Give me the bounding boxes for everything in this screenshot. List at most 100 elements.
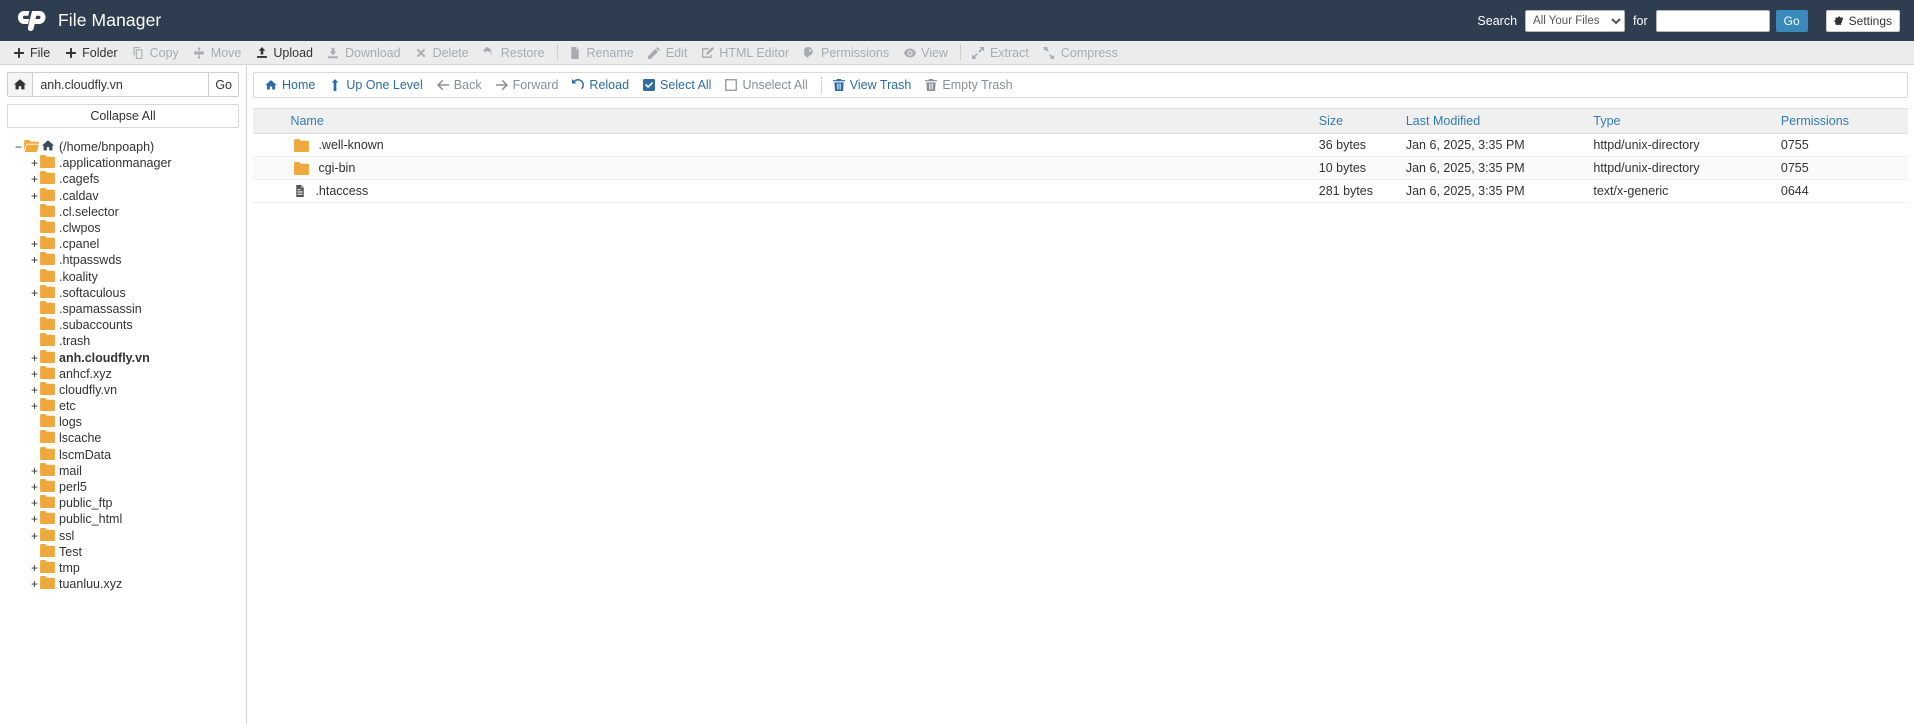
toolbar-item-extract: Extract [968,41,1039,65]
nav-item-reload[interactable]: Reload [569,78,640,92]
arrow-left-icon [436,79,449,91]
expand-plus-icon[interactable]: + [29,368,40,380]
table-row[interactable]: .htaccess 281 bytes Jan 6, 2025, 3:35 PM te… [253,179,1908,203]
expand-plus-icon[interactable]: + [29,481,40,493]
nav-item-select-all[interactable]: Select All [640,78,722,92]
row-checkbox-cell[interactable] [253,179,285,203]
expand-plus-icon[interactable]: + [29,384,40,396]
tree-item-.htpasswds[interactable]: + .htpasswds [7,252,239,268]
folder-icon [40,479,55,495]
table-row[interactable]: cgi-bin 10 bytes Jan 6, 2025, 3:35 PM httpd… [253,156,1908,180]
nav-item-forward: Forward [493,78,570,92]
tree-item-.applicationmanager[interactable]: + .applicationmanager [7,155,239,171]
tree-item-logs[interactable]: logs [7,414,239,430]
column-header-name[interactable]: Name [284,108,1313,134]
tree-item-.clwpos[interactable]: .clwpos [7,220,239,236]
column-header-permissions[interactable]: Permissions [1774,108,1908,134]
tree-item-tuanluu.xyz[interactable]: + tuanluu.xyz [7,576,239,592]
row-name-cell[interactable]: cgi-bin [284,156,1313,180]
expand-plus-icon[interactable]: + [29,254,40,266]
expand-plus-icon[interactable]: + [29,513,40,525]
tree-item-.cagefs[interactable]: + .cagefs [7,171,239,187]
path-input[interactable] [32,72,209,97]
row-checkbox-cell[interactable] [253,133,285,157]
search-input[interactable] [1655,9,1770,32]
toolbar-item-label: Rename [586,45,634,60]
tree-item-homebnpoaph[interactable]: − (/home/bnpoaph) [7,139,239,155]
tree-item-test[interactable]: Test [7,543,239,560]
tree-item-tmp[interactable]: + tmp [7,559,239,576]
toolbar-item-label: Download [344,45,401,60]
search-scope-select[interactable]: All Your Files [1525,9,1626,32]
restore-undo-icon [483,46,496,59]
tree-item-.koality[interactable]: .koality [7,268,239,285]
toolbar-item-file[interactable]: File [8,41,60,65]
tree-item-etc[interactable]: + etc [7,398,239,414]
tree-item-label: .trash [59,334,91,349]
row-name-cell[interactable]: .htaccess [284,179,1313,203]
tree-item-lscache[interactable]: lscache [7,430,239,446]
expand-plus-icon[interactable]: + [29,465,40,477]
home-icon[interactable] [7,72,33,97]
directory-tree: − (/home/bnpoaph) + .applicationmanager + .ca… [7,139,239,592]
tree-item-lscmdata[interactable]: lscmData [7,446,239,463]
collapse-minus-icon[interactable]: − [13,141,24,153]
tree-item-public_html[interactable]: + public_html [7,511,239,527]
tree-item-.subaccounts[interactable]: .subaccounts [7,317,239,333]
tree-item-label: .htpasswds [59,253,122,268]
row-checkbox-cell[interactable] [253,156,285,180]
tree-item-.cpanel[interactable]: + .cpanel [7,236,239,252]
tree-item-mail[interactable]: + mail [7,462,239,479]
folder-icon [40,300,55,317]
expand-plus-icon[interactable]: + [29,238,40,250]
search-go-button[interactable]: Go [1775,9,1808,32]
tree-item-perl5[interactable]: + perl5 [7,479,239,495]
brand: File Manager [18,8,161,34]
toolbar-item-upload[interactable]: Upload [251,41,323,65]
tree-item-label: anh.cloudfly.vn [59,350,150,365]
tree-item-public_ftp[interactable]: + public_ftp [7,495,239,511]
settings-button[interactable]: Settings [1825,9,1900,32]
nav-item-up-one-level[interactable]: Up One Level [326,78,433,92]
expand-plus-icon[interactable]: + [29,578,40,590]
folder-icon [40,462,55,479]
folder-icon [40,155,55,171]
tree-item-.cl.selector[interactable]: .cl.selector [7,203,239,220]
row-name-cell[interactable]: .well-known [284,133,1313,157]
tree-item-.caldav[interactable]: + .caldav [7,187,239,204]
nav-item-home[interactable]: Home [262,78,326,92]
tree-item-.softaculous[interactable]: + .softaculous [7,284,239,301]
download-icon [327,47,340,59]
collapse-all-button[interactable]: Collapse All [7,104,239,128]
tree-item-cloudfly.vn[interactable]: + cloudfly.vn [7,381,239,398]
nav-item-back: Back [434,78,493,92]
toolbar-item-folder[interactable]: Folder [60,41,127,65]
table-row[interactable]: .well-known 36 bytes Jan 6, 2025, 3:35 PM h… [253,133,1908,157]
expand-plus-icon[interactable]: + [29,190,40,202]
folder-icon [40,187,55,204]
row-size-cell: 281 bytes [1312,179,1400,203]
column-header-last-modified[interactable]: Last Modified [1399,108,1588,134]
nav-separator [820,77,822,93]
tree-item-anhcf.xyz[interactable]: + anhcf.xyz [7,365,239,382]
upload-icon [255,46,268,59]
nav-item-view-trash[interactable]: View Trash [830,78,923,92]
tree-item-.spamassassin[interactable]: .spamassassin [7,300,239,317]
column-header-size[interactable]: Size [1312,108,1400,134]
tree-item-.trash[interactable]: .trash [7,333,239,349]
tree-item-anh.cloudfly.vn[interactable]: + anh.cloudfly.vn [7,349,239,365]
path-go-button[interactable]: Go [208,72,239,97]
expand-plus-icon[interactable]: + [29,530,40,542]
expand-plus-icon[interactable]: + [29,173,40,185]
expand-plus-icon[interactable]: + [29,497,40,509]
folder-icon [40,365,55,382]
expand-plus-icon[interactable]: + [29,287,40,299]
column-header-type[interactable]: Type [1587,108,1775,134]
expand-plus-icon[interactable]: + [29,157,40,169]
expand-plus-icon[interactable]: + [29,562,40,574]
tree-item-ssl[interactable]: + ssl [7,527,239,544]
tree-item-label: logs [59,415,82,430]
expand-plus-icon[interactable]: + [29,352,40,364]
nav-item-label: Up One Level [346,78,423,92]
expand-plus-icon[interactable]: + [29,400,40,412]
